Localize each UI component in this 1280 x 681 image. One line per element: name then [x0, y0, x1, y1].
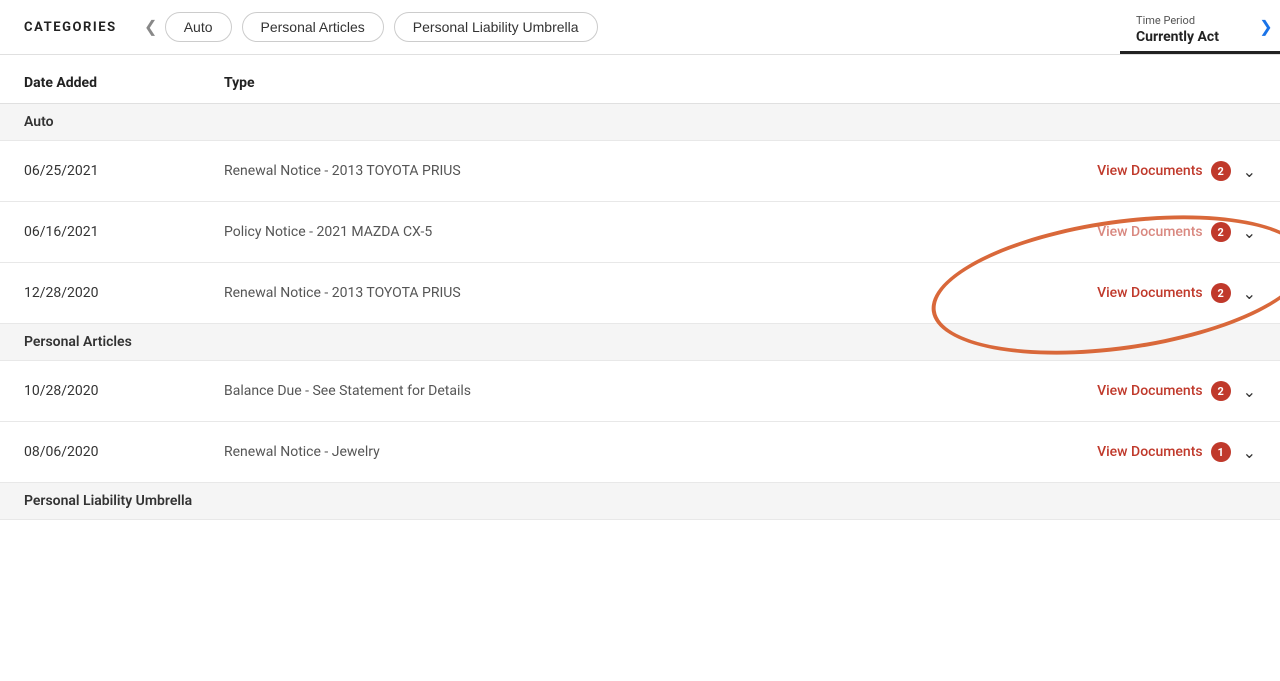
doc-type: Renewal Notice - 2013 TOYOTA PRIUS: [224, 163, 1056, 179]
view-documents-link[interactable]: View Documents: [1097, 383, 1203, 399]
time-period-value: Currently Act: [1136, 29, 1264, 51]
view-documents-link[interactable]: View Documents: [1097, 163, 1203, 179]
doc-count-badge: 2: [1211, 222, 1231, 242]
doc-count-badge: 2: [1211, 161, 1231, 181]
tab-auto[interactable]: Auto: [165, 12, 232, 42]
view-documents-link[interactable]: View Documents: [1097, 285, 1203, 301]
group-auto: Auto: [0, 104, 1280, 141]
table-row: 06/16/2021 Policy Notice - 2021 MAZDA CX…: [0, 202, 1280, 263]
doc-count-badge: 2: [1211, 283, 1231, 303]
chevron-left-icon: ❮: [144, 17, 157, 37]
header-bar: CATEGORIES ❮ Auto Personal Articles Pers…: [0, 0, 1280, 55]
chevron-down-icon[interactable]: ⌄: [1243, 284, 1256, 303]
table-row: 10/28/2020 Balance Due - See Statement f…: [0, 361, 1280, 422]
doc-date: 12/28/2020: [24, 285, 224, 301]
table-row: 12/28/2020 Renewal Notice - 2013 TOYOTA …: [0, 263, 1280, 324]
view-documents-link[interactable]: View Documents: [1097, 224, 1203, 240]
table-row: 06/25/2021 Renewal Notice - 2013 TOYOTA …: [0, 141, 1280, 202]
doc-count-badge: 1: [1211, 442, 1231, 462]
categories-label: CATEGORIES: [0, 20, 117, 35]
doc-date: 08/06/2020: [24, 444, 224, 460]
prev-arrow-button[interactable]: ❮: [137, 13, 165, 41]
doc-action: View Documents 2 ⌄: [1056, 381, 1256, 401]
col-date-header: Date Added: [24, 75, 224, 91]
doc-count-badge: 2: [1211, 381, 1231, 401]
doc-action: View Documents 2 ⌄: [1056, 222, 1256, 242]
doc-type: Renewal Notice - 2013 TOYOTA PRIUS: [224, 285, 1056, 301]
doc-action: View Documents 2 ⌄: [1056, 283, 1256, 303]
doc-type: Balance Due - See Statement for Details: [224, 383, 1056, 399]
group-personal-liability-umbrella: Personal Liability Umbrella: [0, 483, 1280, 520]
time-period-section: Time Period Currently Act: [1120, 0, 1280, 54]
chevron-down-icon[interactable]: ⌄: [1243, 162, 1256, 181]
chevron-down-icon[interactable]: ⌄: [1243, 382, 1256, 401]
group-personal-articles: Personal Articles: [0, 324, 1280, 361]
doc-type: Policy Notice - 2021 MAZDA CX-5: [224, 224, 1056, 240]
page-wrapper: CATEGORIES ❮ Auto Personal Articles Pers…: [0, 0, 1280, 681]
table-row: 08/06/2020 Renewal Notice - Jewelry View…: [0, 422, 1280, 483]
doc-date: 06/16/2021: [24, 224, 224, 240]
doc-action: View Documents 1 ⌄: [1056, 442, 1256, 462]
tab-personal-articles[interactable]: Personal Articles: [242, 12, 384, 42]
category-tabs: Auto Personal Articles Personal Liabilit…: [165, 12, 1252, 42]
table-container: Auto 06/25/2021 Renewal Notice - 2013 TO…: [0, 104, 1280, 520]
time-period-label: Time Period: [1136, 14, 1264, 27]
doc-action: View Documents 2 ⌄: [1056, 161, 1256, 181]
doc-type: Renewal Notice - Jewelry: [224, 444, 1056, 460]
col-type-header: Type: [224, 75, 1056, 91]
table-header: Date Added Type: [0, 55, 1280, 104]
tab-personal-liability-umbrella[interactable]: Personal Liability Umbrella: [394, 12, 598, 42]
chevron-down-icon[interactable]: ⌄: [1243, 223, 1256, 242]
col-action-header: [1056, 75, 1256, 91]
view-documents-link[interactable]: View Documents: [1097, 444, 1203, 460]
doc-date: 06/25/2021: [24, 163, 224, 179]
doc-date: 10/28/2020: [24, 383, 224, 399]
chevron-down-icon[interactable]: ⌄: [1243, 443, 1256, 462]
